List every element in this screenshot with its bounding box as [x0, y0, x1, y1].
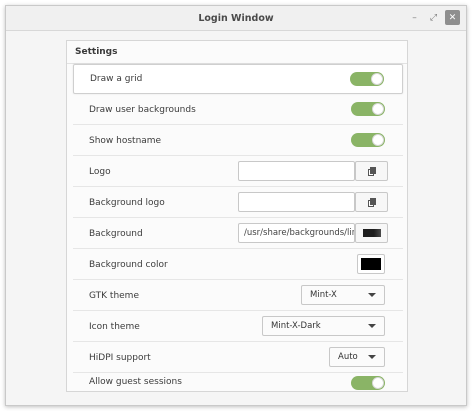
gtk-theme-value: Mint-X: [310, 290, 337, 300]
switch-knob: [372, 377, 384, 389]
login-window: Login Window – ⤢ ✕ Settings Draw a grid …: [5, 5, 467, 406]
guest-sessions-label: Allow guest sessions: [89, 377, 182, 387]
background-logo-browse-button[interactable]: [355, 192, 388, 212]
background-color-label: Background color: [89, 259, 168, 270]
background-logo-path-field[interactable]: [238, 192, 355, 212]
switch-knob: [372, 134, 384, 146]
title-bar[interactable]: Login Window – ⤢ ✕: [6, 6, 466, 31]
gtk-theme-label: GTK theme: [89, 290, 139, 301]
window-title: Login Window: [198, 12, 274, 24]
background-path-field[interactable]: /usr/share/backgrounds/linuxmint/default…: [238, 223, 355, 243]
show-hostname-label: Show hostname: [89, 135, 162, 146]
color-swatch: [361, 258, 381, 270]
row-icon-theme: Icon theme Mint-X-Dark: [73, 312, 403, 342]
copy-icon: [367, 197, 376, 207]
show-hostname-switch[interactable]: [351, 133, 385, 147]
row-guest-sessions: Allow guest sessions: [73, 374, 403, 393]
hidpi-label: HiDPI support: [89, 352, 151, 363]
row-background: Background /usr/share/backgrounds/linuxm…: [73, 219, 403, 249]
chevron-down-icon: [368, 324, 376, 328]
minimize-button[interactable]: –: [407, 10, 422, 25]
row-show-hostname: Show hostname: [73, 126, 403, 156]
draw-user-backgrounds-switch[interactable]: [351, 102, 385, 116]
background-browse-button[interactable]: [355, 223, 388, 243]
draw-grid-label: Draw a grid: [90, 74, 143, 84]
chevron-down-icon: [368, 293, 376, 297]
row-draw-grid: Draw a grid: [73, 64, 403, 94]
row-hidpi: HiDPI support Auto: [73, 343, 403, 373]
row-draw-user-backgrounds: Draw user backgrounds: [73, 95, 403, 125]
row-background-logo: Background logo: [73, 188, 403, 218]
row-logo: Logo: [73, 157, 403, 187]
guest-sessions-switch[interactable]: [351, 376, 385, 390]
logo-path-field[interactable]: [238, 161, 355, 181]
background-label: Background: [89, 228, 143, 239]
settings-header: Settings: [67, 41, 407, 64]
gtk-theme-dropdown[interactable]: Mint-X: [301, 285, 385, 305]
switch-knob: [372, 103, 384, 115]
draw-grid-switch[interactable]: [350, 72, 384, 86]
chevron-down-icon: [368, 355, 376, 359]
draw-user-backgrounds-label: Draw user backgrounds: [89, 104, 196, 115]
settings-panel: Settings Draw a grid Draw user backgroun…: [66, 40, 408, 392]
logo-browse-button[interactable]: [355, 161, 388, 181]
row-gtk-theme: GTK theme Mint-X: [73, 281, 403, 311]
hidpi-dropdown[interactable]: Auto: [329, 347, 385, 367]
background-thumbnail: [362, 229, 381, 237]
switch-knob: [371, 73, 383, 85]
hidpi-value: Auto: [338, 352, 358, 362]
background-color-button[interactable]: [357, 254, 385, 274]
icon-theme-value: Mint-X-Dark: [271, 321, 321, 331]
window-controls: – ⤢ ✕: [407, 10, 460, 25]
background-logo-label: Background logo: [89, 197, 165, 208]
icon-theme-dropdown[interactable]: Mint-X-Dark: [262, 316, 385, 336]
row-background-color: Background color: [73, 250, 403, 280]
close-button[interactable]: ✕: [445, 10, 460, 25]
maximize-button[interactable]: ⤢: [426, 10, 441, 25]
icon-theme-label: Icon theme: [89, 321, 140, 332]
copy-icon: [367, 166, 376, 176]
logo-label: Logo: [89, 166, 111, 177]
